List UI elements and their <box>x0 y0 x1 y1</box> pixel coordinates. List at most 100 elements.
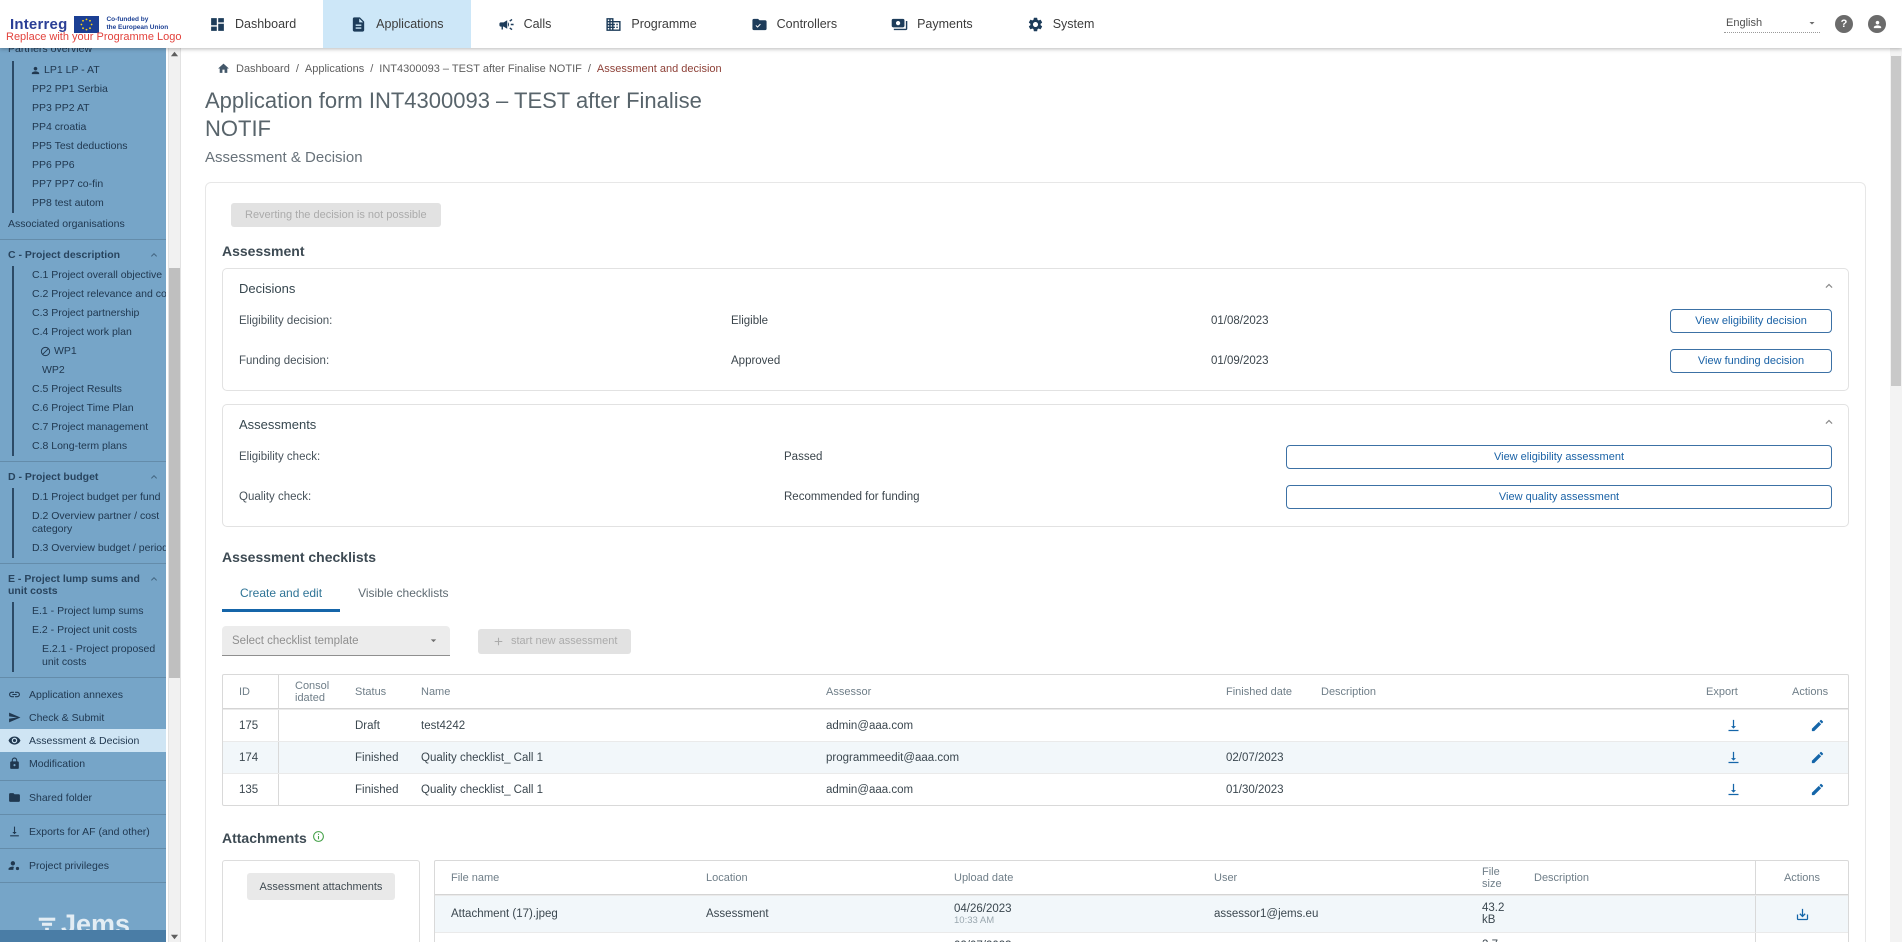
col-assessor: Assessor <box>810 682 1210 702</box>
workplan-tree: WP1 WP2 <box>34 342 166 380</box>
page-title: Application form INT4300093 – TEST after… <box>205 87 735 143</box>
programme-icon <box>605 16 622 33</box>
checklist-template-select[interactable]: Select checklist template <box>222 626 450 656</box>
sidebar-item-d3[interactable]: D.3 Overview budget / period <box>24 539 166 558</box>
sidebar-item-project-privileges[interactable]: Project privileges <box>0 854 166 877</box>
main-nav: Dashboard Applications Calls Programme C… <box>182 0 1121 48</box>
breadcrumb-applications[interactable]: Applications <box>305 63 364 75</box>
sidebar-item-pp5[interactable]: PP5 Test deductions <box>24 137 166 156</box>
assessment-card: Reverting the decision is not possible A… <box>205 182 1866 942</box>
sidebar-item-check-submit[interactable]: Check & Submit <box>0 706 166 729</box>
sidebar-item-assessment-decision[interactable]: Assessment & Decision <box>0 729 166 752</box>
nav-item-dashboard[interactable]: Dashboard <box>182 0 323 48</box>
sidebar-item-pp3[interactable]: PP3 PP2 AT <box>24 99 166 118</box>
checklists-heading: Assessment checklists <box>222 549 1849 565</box>
funding-decision-row: Funding decision: Approved 01/09/2023 Vi… <box>239 346 1832 376</box>
nav-right-controls: English ? <box>1724 0 1902 48</box>
view-quality-assessment-button[interactable]: View quality assessment <box>1286 485 1832 509</box>
sidebar-item-c7[interactable]: C.7 Project management <box>24 418 166 437</box>
sidebar-item-e2[interactable]: E.2 - Project unit costs <box>24 621 166 640</box>
sidebar-item-c5[interactable]: C.5 Project Results <box>24 380 166 399</box>
sidebar-item-pp8[interactable]: PP8 test autom <box>24 194 166 213</box>
top-navbar: Interreg Co-funded bythe European Union … <box>0 0 1902 48</box>
sidebar-item-c8[interactable]: C.8 Long-term plans <box>24 437 166 456</box>
edit-checklist-button[interactable] <box>1810 750 1825 765</box>
edit-checklist-button[interactable] <box>1810 718 1825 733</box>
col-consolidated: Consolidated <box>279 676 339 708</box>
language-select[interactable]: English <box>1724 15 1820 33</box>
view-eligibility-assessment-button[interactable]: View eligibility assessment <box>1286 445 1832 469</box>
sidebar-item-c6[interactable]: C.6 Project Time Plan <box>24 399 166 418</box>
section-e-tree: E.1 - Project lump sums E.2 - Project un… <box>12 602 166 672</box>
sidebar-item-pp4[interactable]: PP4 croatia <box>24 118 166 137</box>
sidebar-scrollbar-thumb[interactable] <box>169 268 180 678</box>
sidebar-item-application-annexes[interactable]: Application annexes <box>0 683 166 706</box>
scroll-up-arrow-icon[interactable] <box>169 48 180 60</box>
sidebar-item-pp6[interactable]: PP6 PP6 <box>24 156 166 175</box>
plus-icon <box>492 635 505 648</box>
export-checklist-button[interactable] <box>1726 750 1741 765</box>
assessment-attachments-button[interactable]: Assessment attachments <box>247 873 396 900</box>
sidebar-item-c3[interactable]: C.3 Project partnership <box>24 304 166 323</box>
sidebar-scrollbar[interactable] <box>168 48 181 942</box>
view-funding-decision-button[interactable]: View funding decision <box>1670 349 1832 373</box>
export-checklist-button[interactable] <box>1726 782 1741 797</box>
page-scrollbar-thumb[interactable] <box>1891 56 1901 386</box>
sidebar-item-pp2[interactable]: PP2 PP1 Serbia <box>24 80 166 99</box>
edit-checklist-button[interactable] <box>1810 782 1825 797</box>
sidebar-item-wp1[interactable]: WP1 <box>34 342 166 361</box>
sidebar-item-d1[interactable]: D.1 Project budget per fund <box>24 488 166 507</box>
sidebar-item-exports[interactable]: Exports for AF (and other) <box>0 820 166 843</box>
replace-logo-hint: Replace with your Programme Logo <box>6 31 181 43</box>
page-scrollbar[interactable] <box>1890 48 1902 942</box>
col-actions: Actions <box>1776 682 1849 702</box>
sidebar-item-c2[interactable]: C.2 Project relevance and context <box>24 285 166 304</box>
sidebar-divider <box>0 563 166 564</box>
breadcrumb-dashboard[interactable]: Dashboard <box>236 63 290 75</box>
system-icon <box>1027 16 1044 33</box>
scroll-down-arrow-icon[interactable] <box>169 930 180 942</box>
tab-visible-checklists[interactable]: Visible checklists <box>340 574 466 612</box>
export-checklist-button[interactable] <box>1726 718 1741 733</box>
sidebar-section-c[interactable]: C - Project description <box>0 245 166 264</box>
nav-item-controllers[interactable]: Controllers <box>724 0 864 48</box>
sidebar-item-modification[interactable]: Modification <box>0 752 166 775</box>
nav-item-calls[interactable]: Calls <box>471 0 579 48</box>
col-name: Name <box>405 682 810 702</box>
info-icon[interactable] <box>312 830 325 848</box>
sidebar-item-shared-folder[interactable]: Shared folder <box>0 786 166 809</box>
help-icon[interactable]: ? <box>1835 15 1853 33</box>
sidebar-item-partners-overview[interactable]: Partners overview <box>0 48 166 59</box>
sidebar-item-c4[interactable]: C.4 Project work plan <box>24 323 166 342</box>
download-attachment-button[interactable] <box>1795 907 1810 922</box>
nav-item-payments[interactable]: Payments <box>864 0 1000 48</box>
sidebar-section-e[interactable]: E - Project lump sums and unit costs <box>0 569 166 600</box>
start-new-assessment-button[interactable]: start new assessment <box>478 629 631 654</box>
collapse-chevron-icon[interactable] <box>1822 415 1836 434</box>
sidebar-item-e21[interactable]: E.2.1 - Project proposed unit costs <box>34 640 166 672</box>
applications-icon <box>350 16 367 33</box>
col-status: Status <box>339 682 405 702</box>
home-icon <box>217 62 230 75</box>
account-icon[interactable] <box>1868 15 1886 33</box>
breadcrumb-project[interactable]: INT4300093 – TEST after Finalise NOTIF <box>379 63 582 75</box>
nav-item-system[interactable]: System <box>1000 0 1122 48</box>
view-eligibility-decision-button[interactable]: View eligibility decision <box>1670 309 1832 333</box>
sidebar-item-wp2[interactable]: WP2 <box>34 361 166 380</box>
link-icon <box>8 688 21 701</box>
table-row: 174 Finished Quality checklist_ Call 1 p… <box>223 741 1848 773</box>
checklist-controls: Select checklist template start new asse… <box>222 626 1849 656</box>
nav-item-programme[interactable]: Programme <box>578 0 723 48</box>
sidebar-item-d2[interactable]: D.2 Overview partner / cost category <box>24 507 166 539</box>
sidebar-item-associated-organisations[interactable]: Associated organisations <box>0 215 166 234</box>
sidebar-section-d[interactable]: D - Project budget <box>0 467 166 486</box>
revert-decision-button[interactable]: Reverting the decision is not possible <box>231 203 441 227</box>
sidebar-item-e1[interactable]: E.1 - Project lump sums <box>24 602 166 621</box>
collapse-chevron-icon[interactable] <box>1822 279 1836 298</box>
sidebar-item-pp7[interactable]: PP7 PP7 co-fin <box>24 175 166 194</box>
section-d-tree: D.1 Project budget per fund D.2 Overview… <box>12 488 166 558</box>
sidebar-item-lp1[interactable]: LP1 LP - AT <box>24 61 166 80</box>
tab-create-and-edit[interactable]: Create and edit <box>222 574 340 612</box>
sidebar-item-c1[interactable]: C.1 Project overall objective <box>24 266 166 285</box>
nav-item-applications[interactable]: Applications <box>323 0 470 48</box>
